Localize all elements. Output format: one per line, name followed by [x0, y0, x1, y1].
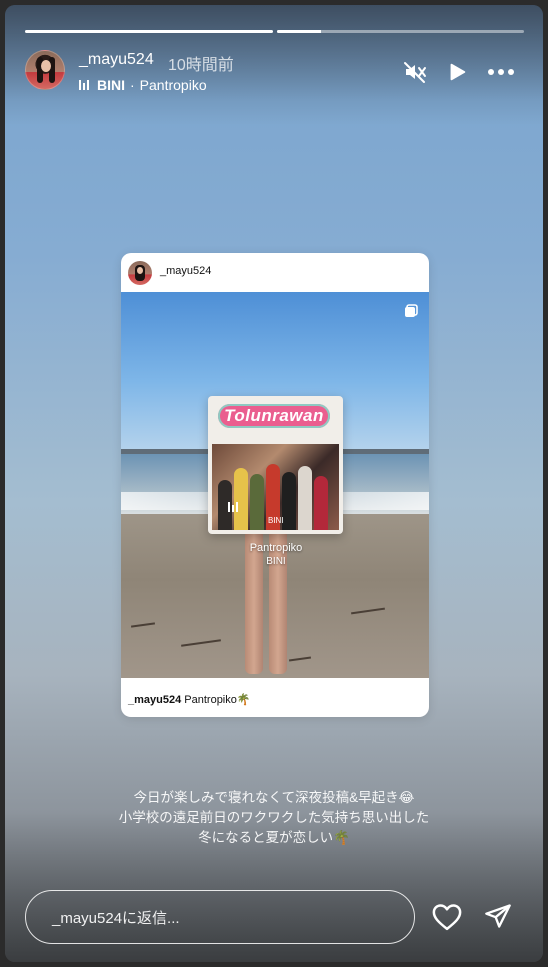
- reply-input[interactable]: _mayu524に返信...: [25, 890, 415, 944]
- audio-bars-icon: [228, 502, 238, 512]
- post-caption: _mayu524 Pantropiko🌴: [128, 693, 251, 706]
- avatar[interactable]: [25, 50, 65, 90]
- caption-line: 小学校の遠足前日のワクワクした気持ち思い出した: [118, 810, 430, 825]
- album-label: BINI: [268, 516, 284, 525]
- send-button[interactable]: [483, 902, 513, 930]
- caption-line: 冬になると夏が恋しい🌴: [198, 830, 350, 845]
- story-caption: 今日が楽しみで寝れなくて深夜投稿&早起き😂 小学校の遠足前日のワクワクした気持ち…: [5, 788, 543, 848]
- reply-placeholder: _mayu524に返信...: [52, 909, 180, 927]
- post-photo: Tolunrawan BINI Pantropiko BINI: [121, 292, 429, 678]
- progress-segment: [25, 30, 273, 33]
- song-artist: BINI: [266, 556, 286, 567]
- multi-photo-icon: [405, 304, 418, 317]
- story-progress: [25, 30, 524, 33]
- music-separator: ·: [130, 77, 135, 93]
- album-title: Tolunrawan: [218, 404, 330, 428]
- mute-icon: [404, 62, 426, 83]
- audio-bars-icon: [79, 80, 89, 90]
- shared-post-card[interactable]: _mayu524 Tolunrawan BINI Pantropiko BINI…: [121, 253, 429, 717]
- post-footer-text: Pantropiko🌴: [184, 694, 251, 706]
- time-ago: 10時間前: [168, 57, 234, 74]
- post-username: _mayu524: [160, 265, 212, 277]
- post-header: _mayu524: [121, 253, 429, 292]
- music-info[interactable]: BINI · Pantropiko: [79, 77, 207, 93]
- story-viewer[interactable]: _mayu524 10時間前 BINI · Pantropiko _mayu52…: [5, 5, 543, 962]
- mute-button[interactable]: [402, 59, 428, 85]
- send-icon: [485, 904, 511, 928]
- more-icon: [488, 69, 514, 75]
- music-title: Pantropiko: [139, 77, 207, 93]
- heart-icon: [432, 904, 462, 931]
- post-footer-username: _mayu524: [128, 694, 182, 706]
- like-button[interactable]: [432, 903, 462, 931]
- play-button[interactable]: [444, 59, 470, 85]
- song-title: Pantropiko: [249, 542, 303, 554]
- caption-line: 今日が楽しみで寝れなくて深夜投稿&早起き😂: [133, 790, 415, 805]
- progress-segment: [276, 30, 524, 33]
- more-options-button[interactable]: [486, 59, 516, 85]
- username[interactable]: _mayu524: [79, 51, 154, 69]
- play-icon: [450, 63, 466, 81]
- music-artist: BINI: [97, 77, 125, 93]
- story-header: _mayu524 10時間前 BINI · Pantropiko: [25, 47, 524, 97]
- post-avatar: [128, 261, 152, 285]
- music-sticker-text: Pantropiko BINI: [206, 542, 346, 567]
- album-cover: Tolunrawan BINI: [208, 396, 343, 534]
